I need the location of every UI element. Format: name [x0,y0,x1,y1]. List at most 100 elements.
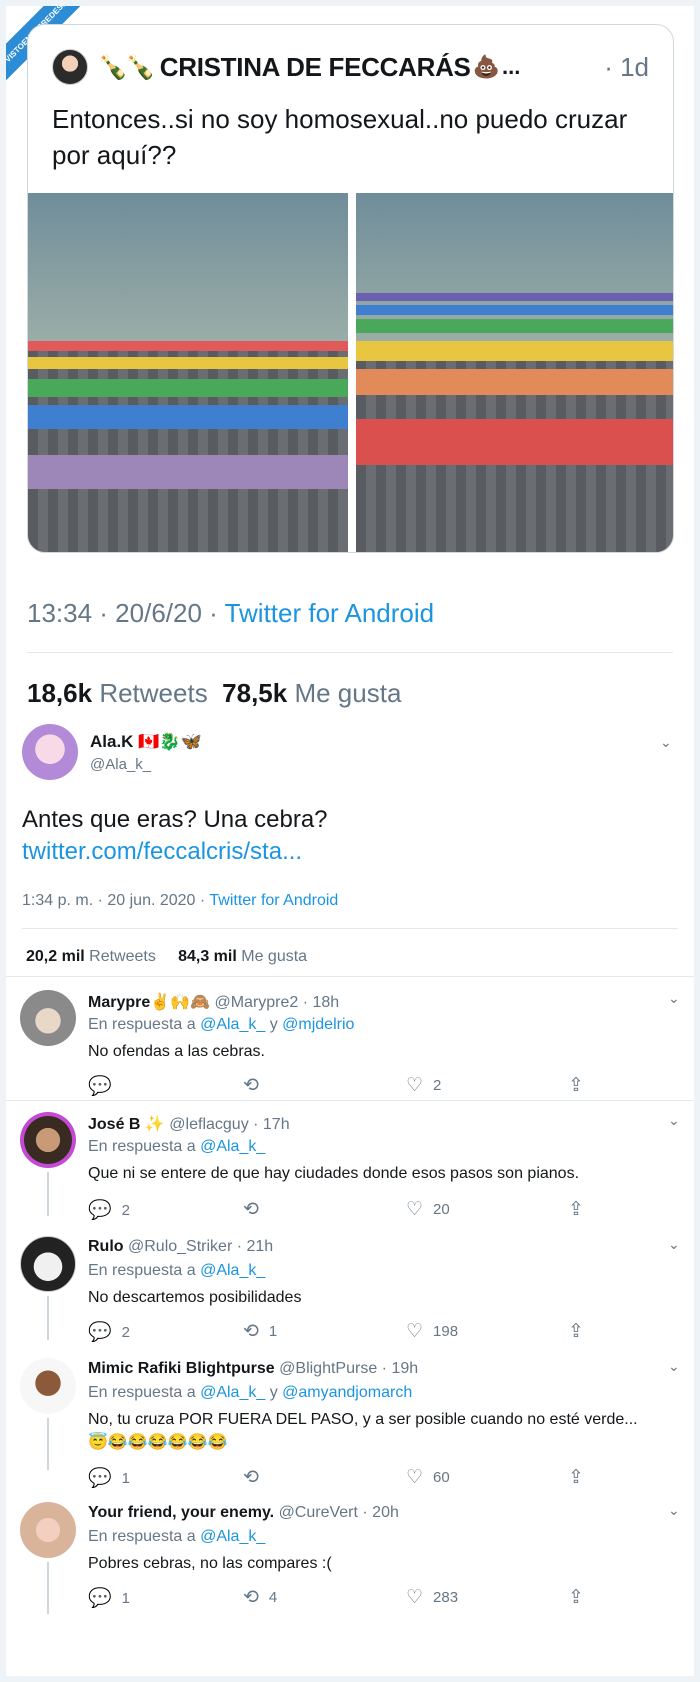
author-name[interactable]: Mimic Rafiki Blightpurse [88,1360,275,1377]
handle-time[interactable]: @Marypre2 · 18h [214,994,339,1011]
heart-icon: ♡ [406,1587,424,1608]
reply-actions: 💬 2 ⟲ 1 ♡ 198 ⇪ [88,1320,608,1344]
avatar[interactable] [52,49,88,85]
mention-link[interactable]: @Ala_k_ [200,1528,265,1545]
mention-link[interactable]: @Ala_k_ [200,1138,265,1155]
reply-header: Mimic Rafiki Blightpurse @BlightPurse · … [88,1360,418,1378]
handle-time[interactable]: @CureVert · 20h [279,1504,399,1521]
author-name[interactable]: Your friend, your enemy. [88,1504,274,1521]
thread-line [47,1562,49,1614]
retweet-button[interactable]: ⟲ [243,1198,269,1221]
reply-button[interactable]: 💬 2 [88,1198,130,1222]
reply-button[interactable]: 💬 2 [88,1320,130,1344]
author-name[interactable]: José B [88,1116,140,1133]
reply-tweet[interactable]: Your friend, your enemy. @CureVert · 20h… [0,1502,700,1612]
reply-button[interactable]: 💬 [88,1074,122,1098]
mention-link[interactable]: @Ala_k_ [200,1384,265,1401]
retweets-label[interactable]: Retweets [99,678,207,708]
thread-line [47,1172,49,1216]
avatar[interactable] [22,724,78,780]
divider [22,928,678,929]
handle-time[interactable]: @Rulo_Striker · 21h [128,1238,273,1255]
avatar[interactable] [20,990,76,1046]
like-button[interactable]: ♡ 2 [406,1074,441,1097]
likes-label[interactable]: Me gusta [241,948,307,965]
reply-tweet[interactable]: José B ✨ @leflacguy · 17h ⌄ En respuesta… [0,1112,700,1224]
handle-time[interactable]: @leflacguy · 17h [169,1116,289,1133]
reply-tweet[interactable]: Mimic Rafiki Blightpurse @BlightPurse · … [0,1358,700,1490]
poop-emoji-icon: 💩 [472,54,500,79]
reply-icon: 💬 [88,1322,112,1343]
name-emoji-icon: ✌🙌🙈 [150,994,211,1011]
mention-link[interactable]: @Ala_k_ [200,1016,265,1033]
like-button[interactable]: ♡ 20 [406,1198,450,1221]
reply-to-line: En respuesta a @Ala_k_ y @mjdelrio [88,1016,355,1033]
heart-icon: ♡ [406,1321,424,1342]
author-name[interactable]: CRISTINA DE FECCARÁS [160,52,471,83]
tweet-link[interactable]: twitter.com/feccalcris/sta... [22,838,302,866]
handle-time[interactable]: @BlightPurse · 19h [279,1360,418,1377]
retweet-icon: ⟲ [243,1321,259,1342]
tweet-timestamp[interactable]: 13:34 · 20/6/20 · [27,598,225,628]
author-display-name[interactable]: Ala.K [90,732,133,751]
retweet-button[interactable]: ⟲ 1 [243,1320,277,1343]
retweets-label[interactable]: Retweets [89,948,156,965]
like-button[interactable]: ♡ 60 [406,1466,450,1489]
share-button[interactable]: ⇪ [568,1198,584,1221]
share-button[interactable]: ⇪ [568,1586,584,1609]
avatar[interactable] [20,1236,76,1292]
heart-icon: ♡ [406,1075,424,1096]
reply-header: Rulo @Rulo_Striker · 21h [88,1238,273,1256]
retweets-count[interactable]: 18,6k [27,678,92,708]
author-name[interactable]: Marypre [88,994,150,1011]
reply-to-line: En respuesta a @Ala_k_ [88,1262,266,1279]
retweet-button[interactable]: ⟲ 4 [243,1586,277,1609]
author-handle[interactable]: @Ala_k_ [90,756,151,773]
photo-crosswalk-left[interactable] [28,193,348,552]
avatar[interactable] [20,1502,76,1558]
retweet-button[interactable]: ⟲ [243,1074,269,1097]
quoted-tweet-stats: 18,6k Retweets 78,5k Me gusta [27,678,401,709]
quoted-tweet-meta: 13:34 · 20/6/20 · Twitter for Android [27,598,434,629]
reply-tweet[interactable]: Rulo @Rulo_Striker · 21h ⌄ En respuesta … [0,1236,700,1346]
chevron-down-icon[interactable]: ⌄ [668,1236,680,1253]
likes-label[interactable]: Me gusta [294,678,401,708]
tweet-source[interactable]: Twitter for Android [225,598,435,628]
share-button[interactable]: ⇪ [568,1320,584,1343]
reply-button[interactable]: 💬 1 [88,1586,130,1610]
reply-button[interactable]: 💬 1 [88,1466,130,1490]
tweet-time[interactable]: · 1d [604,52,649,83]
chevron-down-icon[interactable]: ⌄ [668,1502,680,1519]
tweet-meta: 1:34 p. m. · 20 jun. 2020 · Twitter for … [22,892,338,910]
chevron-down-icon[interactable]: ⌄ [660,734,672,751]
chevron-down-icon[interactable]: ⌄ [668,1112,680,1129]
retweet-button[interactable]: ⟲ [243,1466,269,1489]
avatar[interactable] [20,1358,76,1414]
mention-link[interactable]: @mjdelrio [282,1016,354,1033]
photo-crosswalk-right[interactable] [355,193,673,552]
tweet-source[interactable]: Twitter for Android [209,892,338,909]
reply-text: No ofendas a las cebras. [88,1043,265,1060]
reply-text: Pobres cebras, no las compares :( [88,1555,332,1572]
share-button[interactable]: ⇪ [568,1074,584,1097]
reply-tweet[interactable]: Marypre✌🙌🙈 @Marypre2 · 18h ⌄ En respuest… [0,990,700,1100]
author-name[interactable]: Rulo [88,1238,124,1255]
mention-link[interactable]: @amyandjomarch [282,1384,412,1401]
thread-line [47,1418,49,1470]
likes-count[interactable]: 84,3 mil [178,948,237,965]
retweets-count[interactable]: 20,2 mil [26,948,85,965]
share-button[interactable]: ⇪ [568,1466,584,1489]
like-button[interactable]: ♡ 283 [406,1586,458,1609]
like-button[interactable]: ♡ 198 [406,1320,458,1343]
share-icon: ⇪ [568,1321,584,1342]
likes-count[interactable]: 78,5k [222,678,287,708]
chevron-down-icon[interactable]: ⌄ [668,1358,680,1375]
avatar[interactable] [20,1112,76,1168]
author-name[interactable]: Ala.K 🇨🇦🐉🦋 [90,732,202,752]
quoted-tweet-card[interactable]: 🍾🍾 CRISTINA DE FECCARÁS 💩 ... · 1d Enton… [27,24,674,553]
reply-actions: 💬 ⟲ ♡ 2 ⇪ [88,1074,608,1098]
chevron-down-icon[interactable]: ⌄ [668,990,680,1007]
tweet-timestamp[interactable]: 1:34 p. m. · 20 jun. 2020 · [22,892,209,909]
mention-link[interactable]: @Ala_k_ [200,1262,265,1279]
share-icon: ⇪ [568,1199,584,1220]
